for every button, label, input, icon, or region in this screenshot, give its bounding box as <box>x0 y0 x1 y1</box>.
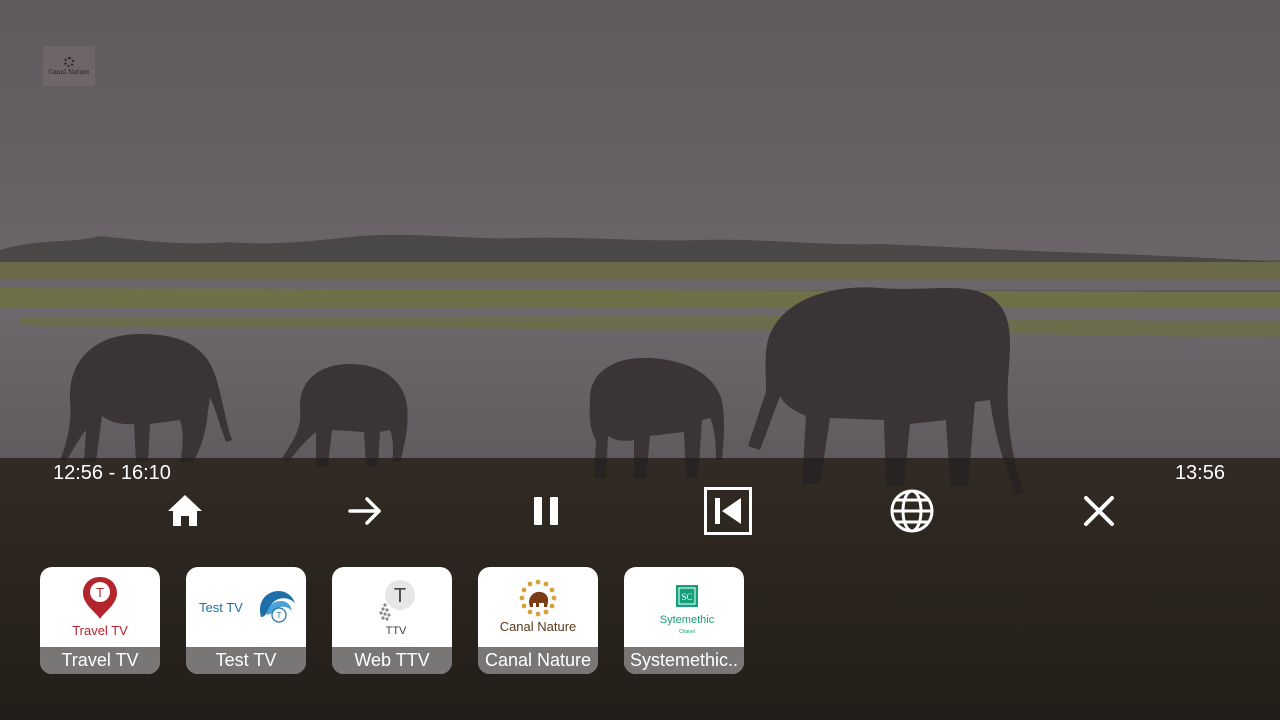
web-button[interactable] <box>887 486 937 536</box>
skip-previous-icon <box>704 487 752 535</box>
close-icon <box>1084 496 1114 526</box>
previous-button[interactable] <box>703 486 753 536</box>
channel-logo: T Travel TV <box>40 567 160 647</box>
current-time: 13:56 <box>1174 462 1225 484</box>
svg-text:Travel TV: Travel TV <box>72 623 128 638</box>
channel-card-systemethic[interactable]: SC Sytemethic Chanel Systemethic.. <box>624 567 744 674</box>
svg-text:Test TV: Test TV <box>199 600 243 615</box>
channel-label: Systemethic.. <box>624 647 744 674</box>
next-channel-button[interactable] <box>340 486 390 536</box>
channel-logo: SC Sytemethic Chanel <box>624 567 744 647</box>
travel-tv-logo: T Travel TV <box>72 577 128 638</box>
test-tv-logo: Test TV T <box>199 591 295 623</box>
channel-label: Canal Nature <box>478 647 598 674</box>
svg-text:T: T <box>277 611 282 620</box>
home-button[interactable] <box>160 486 210 536</box>
svg-text:Canal Nature: Canal Nature <box>500 619 577 634</box>
watermark-text: Canal Nature <box>48 68 90 76</box>
channel-card-test-tv[interactable]: Test TV T Test TV <box>186 567 306 674</box>
channel-card-canal-nature[interactable]: Canal Nature Canal Nature <box>478 567 598 674</box>
svg-text:Sytemethic: Sytemethic <box>660 614 715 626</box>
channel-card-travel-tv[interactable]: T Travel TV Travel TV <box>40 567 160 674</box>
svg-text:T: T <box>96 585 104 600</box>
program-time-range: 12:56 - 16:10 <box>53 462 171 484</box>
channel-label: Web TTV <box>332 647 452 674</box>
channel-logo: Test TV T <box>186 567 306 647</box>
watermark-logo-icon <box>64 56 74 67</box>
svg-text:T: T <box>394 585 406 607</box>
web-ttv-logo: T TTV <box>379 580 415 637</box>
pause-button[interactable] <box>521 486 571 536</box>
channel-logo: Canal Nature <box>478 567 598 647</box>
systemethic-logo: SC Sytemethic Chanel <box>660 585 715 635</box>
pause-icon <box>534 497 558 525</box>
globe-icon <box>890 489 934 533</box>
canal-nature-logo: Canal Nature <box>500 579 577 634</box>
svg-text:SC: SC <box>681 592 692 602</box>
arrow-right-icon <box>348 497 381 525</box>
channel-logo: T TTV <box>332 567 452 647</box>
home-icon <box>168 495 202 526</box>
svg-text:Chanel: Chanel <box>679 629 695 635</box>
channel-watermark: Canal Nature <box>43 46 95 86</box>
channel-label: Test TV <box>186 647 306 674</box>
svg-text:TTV: TTV <box>386 625 407 637</box>
close-button[interactable] <box>1074 486 1124 536</box>
channel-label: Travel TV <box>40 647 160 674</box>
channel-card-web-ttv[interactable]: T TTV Web TTV <box>332 567 452 674</box>
